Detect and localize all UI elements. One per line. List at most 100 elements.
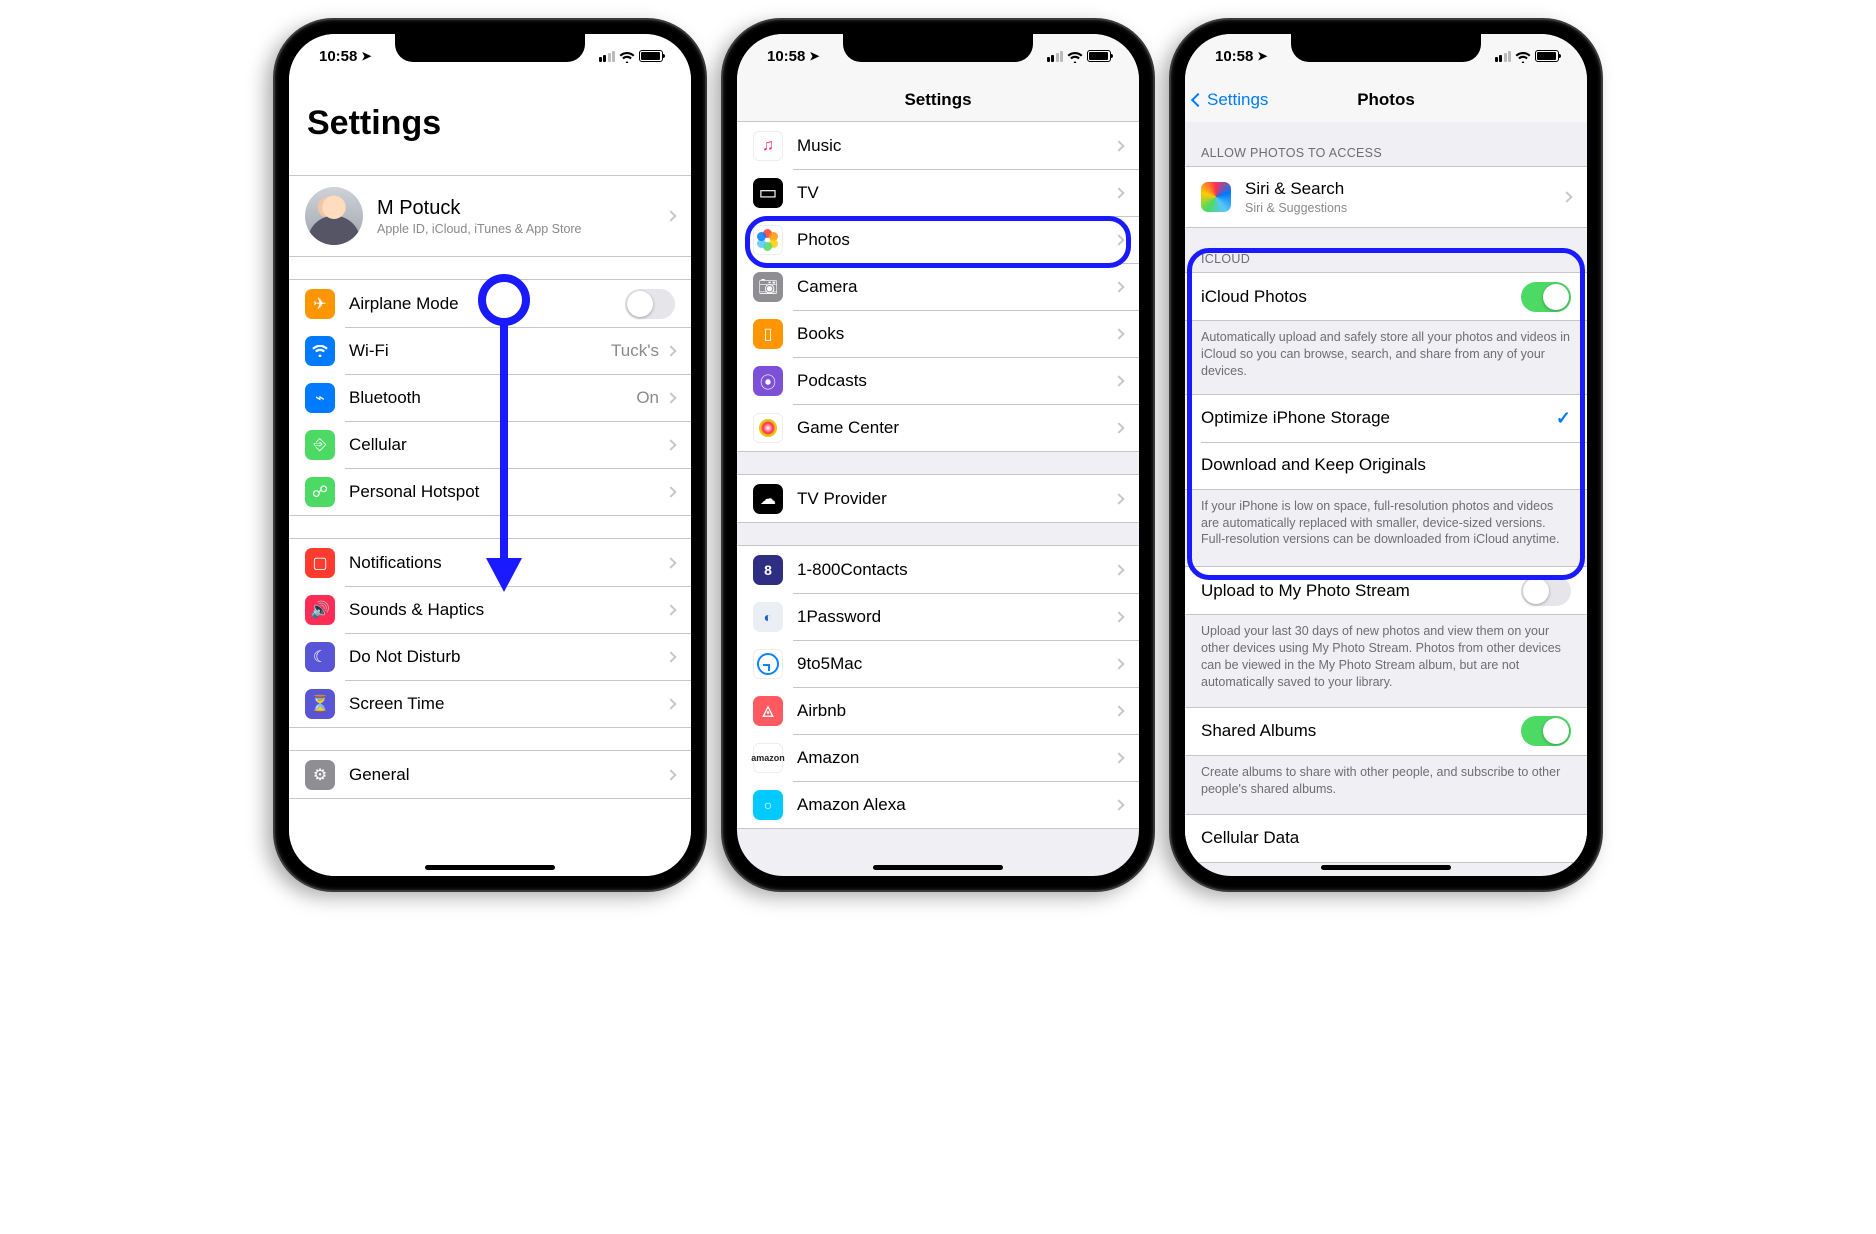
home-indicator[interactable] [425, 865, 555, 870]
row-airbnb[interactable]: ◬ Airbnb [737, 687, 1139, 734]
row-label: Bluetooth [349, 388, 636, 408]
row-books[interactable]: ▯ Books [737, 310, 1139, 357]
row-game-center[interactable]: Game Center [737, 404, 1139, 451]
row-screen-time[interactable]: ⏳ Screen Time [289, 680, 691, 727]
toggle-shared-albums[interactable] [1521, 716, 1571, 746]
row-label: Cellular Data [1201, 828, 1571, 848]
location-icon: ➤ [361, 49, 371, 63]
row-label: Amazon Alexa [797, 795, 1115, 815]
profile-text: M Potuck Apple ID, iCloud, iTunes & App … [377, 197, 667, 236]
row-notifications[interactable]: ▢ Notifications [289, 539, 691, 586]
row-label: Podcasts [797, 371, 1115, 391]
wifi-settings-icon [305, 336, 335, 366]
airplane-icon: ✈︎ [305, 289, 335, 319]
game-center-icon [753, 413, 783, 443]
row-photos[interactable]: Photos [737, 216, 1139, 263]
back-button[interactable]: Settings [1193, 90, 1268, 110]
checkmark-icon: ✓ [1556, 408, 1571, 429]
section-header-allow: ALLOW PHOTOS TO ACCESS [1185, 122, 1587, 166]
app-icon [753, 649, 783, 679]
toggle-airplane[interactable] [625, 289, 675, 319]
siri-icon [1201, 182, 1231, 212]
chevron-right-icon [1113, 281, 1124, 292]
music-icon: ♫ [753, 131, 783, 161]
row-label: Sounds & Haptics [349, 600, 667, 620]
chevron-right-icon [1113, 705, 1124, 716]
row-label: Cellular [349, 435, 667, 455]
row-label: Screen Time [349, 694, 667, 714]
wifi-icon [1515, 50, 1531, 62]
chevron-left-icon [1191, 93, 1205, 107]
row-1password[interactable]: ◐ 1Password [737, 593, 1139, 640]
phone-frame-2: 10:58➤ Settings ♫ Music ▭ TV [723, 20, 1153, 890]
sounds-icon: 🔊 [305, 595, 335, 625]
page-title: Settings [289, 78, 691, 153]
toggle-icloud-photos[interactable] [1521, 282, 1571, 312]
screen-2: 10:58➤ Settings ♫ Music ▭ TV [737, 34, 1139, 876]
row-podcasts[interactable]: ⦿ Podcasts [737, 357, 1139, 404]
toggle-photo-stream[interactable] [1521, 576, 1571, 606]
row-siri-search[interactable]: Siri & Search Siri & Suggestions [1185, 167, 1587, 227]
footer-icloud: Automatically upload and safely store al… [1185, 321, 1587, 384]
row-sounds[interactable]: 🔊 Sounds & Haptics [289, 586, 691, 633]
settings-scrolled-content[interactable]: Settings ♫ Music ▭ TV [737, 78, 1139, 876]
location-icon: ➤ [1257, 49, 1267, 63]
cell-signal-icon [1047, 51, 1064, 62]
group-connectivity: ✈︎ Airplane Mode Wi-Fi Tuck's ⌁ Bluetoot… [289, 279, 691, 516]
row-airplane-mode[interactable]: ✈︎ Airplane Mode [289, 280, 691, 327]
row-label: 9to5Mac [797, 654, 1115, 674]
row-tv[interactable]: ▭ TV [737, 169, 1139, 216]
battery-icon [1535, 50, 1559, 62]
home-indicator[interactable] [1321, 865, 1451, 870]
row-1800contacts[interactable]: 8 1-800Contacts [737, 546, 1139, 593]
chevron-right-icon [1113, 752, 1124, 763]
chevron-right-icon [1113, 187, 1124, 198]
photos-settings-content[interactable]: Settings Photos ALLOW PHOTOS TO ACCESS S… [1185, 78, 1587, 876]
row-label: Upload to My Photo Stream [1201, 581, 1521, 601]
group-icloud-photos: iCloud Photos [1185, 272, 1587, 321]
row-download-originals[interactable]: Download and Keep Originals [1185, 442, 1587, 489]
row-icloud-photos[interactable]: iCloud Photos [1185, 273, 1587, 320]
row-label: Books [797, 324, 1115, 344]
row-wifi[interactable]: Wi-Fi Tuck's [289, 327, 691, 374]
chevron-right-icon [665, 769, 676, 780]
battery-icon [639, 50, 663, 62]
group-media-apps: ♫ Music ▭ TV [737, 122, 1139, 452]
screen-1: 10:58 ➤ Settings M Potuck Apple ID, iClo… [289, 34, 691, 876]
chevron-right-icon [1113, 658, 1124, 669]
row-amazon[interactable]: amazon Amazon [737, 734, 1139, 781]
row-shared-albums[interactable]: Shared Albums [1185, 708, 1587, 755]
row-cellular[interactable]: ⎆ Cellular [289, 421, 691, 468]
row-tv-provider[interactable]: ☁︎ TV Provider [737, 475, 1139, 522]
row-optimize-storage[interactable]: Optimize iPhone Storage ✓ [1185, 395, 1587, 442]
row-dnd[interactable]: ☾ Do Not Disturb [289, 633, 691, 680]
status-time: 10:58 ➤ [319, 48, 371, 65]
app-icon: amazon [753, 743, 783, 773]
row-label: Amazon [797, 748, 1115, 768]
row-label: Photos [797, 230, 1115, 250]
app-icon: ◐ [753, 602, 783, 632]
row-cellular-data[interactable]: Cellular Data [1185, 815, 1587, 862]
row-general[interactable]: ⚙︎ General [289, 751, 691, 798]
row-photo-stream[interactable]: Upload to My Photo Stream [1185, 567, 1587, 614]
profile-sub: Apple ID, iCloud, iTunes & App Store [377, 222, 667, 236]
row-label: Wi-Fi [349, 341, 611, 361]
row-bluetooth[interactable]: ⌁ Bluetooth On [289, 374, 691, 421]
row-camera[interactable]: 📷︎ Camera [737, 263, 1139, 310]
home-indicator[interactable] [873, 865, 1003, 870]
chevron-right-icon [665, 698, 676, 709]
row-hotspot[interactable]: ☍ Personal Hotspot [289, 468, 691, 515]
row-music[interactable]: ♫ Music [737, 122, 1139, 169]
back-label: Settings [1207, 90, 1268, 110]
moon-icon: ☾ [305, 642, 335, 672]
chevron-right-icon [1113, 799, 1124, 810]
chevron-right-icon [665, 557, 676, 568]
settings-root-content[interactable]: Settings M Potuck Apple ID, iCloud, iTun… [289, 78, 691, 876]
chevron-right-icon [665, 604, 676, 615]
row-amazon-alexa[interactable]: ○ Amazon Alexa [737, 781, 1139, 828]
row-sublabel: Siri & Suggestions [1245, 201, 1563, 215]
chevron-right-icon [665, 486, 676, 497]
status-icons [599, 50, 664, 62]
row-9to5mac[interactable]: 9to5Mac [737, 640, 1139, 687]
row-apple-id[interactable]: M Potuck Apple ID, iCloud, iTunes & App … [289, 176, 691, 256]
